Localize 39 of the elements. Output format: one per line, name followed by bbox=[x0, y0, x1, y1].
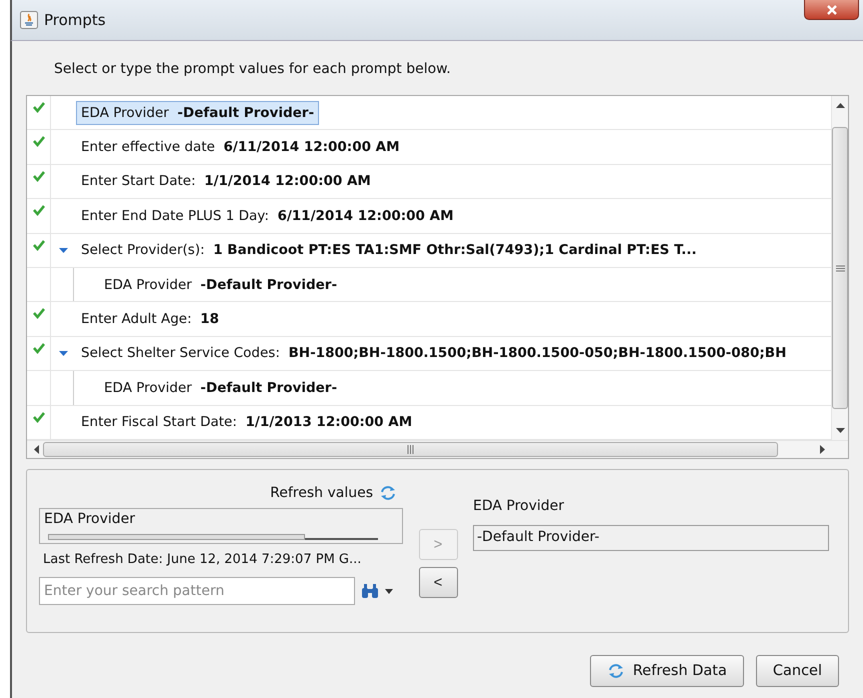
scroll-down-icon[interactable] bbox=[836, 428, 844, 434]
prompt-item[interactable]: Enter effective date 6/11/2014 12:00:00 AM bbox=[76, 135, 405, 160]
value-list[interactable]: EDA Provider bbox=[39, 508, 403, 544]
instruction-text: Select or type the prompt values for each prompt below. bbox=[54, 61, 452, 79]
horizontal-scrollbar[interactable] bbox=[27, 440, 848, 458]
vertical-scrollbar[interactable] bbox=[831, 96, 848, 440]
refresh-icon bbox=[606, 663, 625, 679]
app-icon bbox=[20, 11, 38, 29]
selected-value-field[interactable]: -Default Provider- bbox=[473, 525, 829, 551]
refresh-data-button[interactable]: Refresh Data bbox=[590, 655, 744, 687]
remove-button[interactable]: < bbox=[418, 567, 458, 598]
selected-prompt-label: EDA Provider bbox=[473, 498, 566, 516]
search-field[interactable]: Enter your search pattern bbox=[39, 577, 355, 605]
grip-icon[interactable] bbox=[836, 264, 844, 272]
scroll-up-icon[interactable] bbox=[836, 102, 844, 108]
scroll-left-icon[interactable] bbox=[33, 445, 39, 454]
grip-icon[interactable] bbox=[407, 445, 414, 454]
prompt-item[interactable]: EDA Provider -Default Provider- bbox=[99, 272, 342, 297]
prompt-item[interactable]: Enter Fiscal Start Date: 1/1/2013 12:00:00 AM bbox=[76, 410, 418, 434]
close-button[interactable] bbox=[804, 0, 859, 20]
prompt-item[interactable]: Select Provider(s): 1 Bandicoot PT:ES TA1:SMF Othr:Sal(7493);1 Cardinal PT:ES T... bbox=[76, 238, 702, 262]
refresh-values-label: Refresh values bbox=[270, 485, 373, 501]
expanded-arrow-icon[interactable] bbox=[59, 348, 68, 358]
prompt-item[interactable]: EDA Provider -Default Provider- bbox=[99, 376, 342, 400]
close-icon bbox=[824, 4, 838, 16]
prompt-item[interactable]: Enter Adult Age: 18 bbox=[76, 307, 224, 332]
caret-icon[interactable] bbox=[385, 588, 393, 594]
list-item[interactable]: EDA Provider bbox=[44, 511, 398, 527]
prompt-item[interactable]: Select Shelter Service Codes: BH-1800;BH-1800.1500;BH-1800.1500-050;BH-1800.1500-080;BH bbox=[76, 341, 792, 366]
refresh-icon[interactable] bbox=[379, 485, 397, 501]
window-title: Prompts bbox=[44, 11, 106, 29]
scroll-right-icon[interactable] bbox=[820, 445, 826, 454]
cancel-button[interactable]: Cancel bbox=[756, 655, 839, 687]
prompt-item[interactable]: Enter End Date PLUS 1 Day: 6/11/2014 12:00:00 AM bbox=[76, 204, 459, 228]
prompt-item[interactable]: Enter Start Date: 1/1/2014 12:00:00 AM bbox=[76, 169, 376, 194]
prompt-item[interactable]: EDA Provider -Default Provider- bbox=[76, 100, 320, 125]
binoculars-icon[interactable] bbox=[361, 583, 379, 599]
expanded-arrow-icon[interactable] bbox=[59, 246, 68, 255]
last-refresh-text: Last Refresh Date: June 12, 2014 7:29:07 PM G... bbox=[43, 552, 362, 567]
